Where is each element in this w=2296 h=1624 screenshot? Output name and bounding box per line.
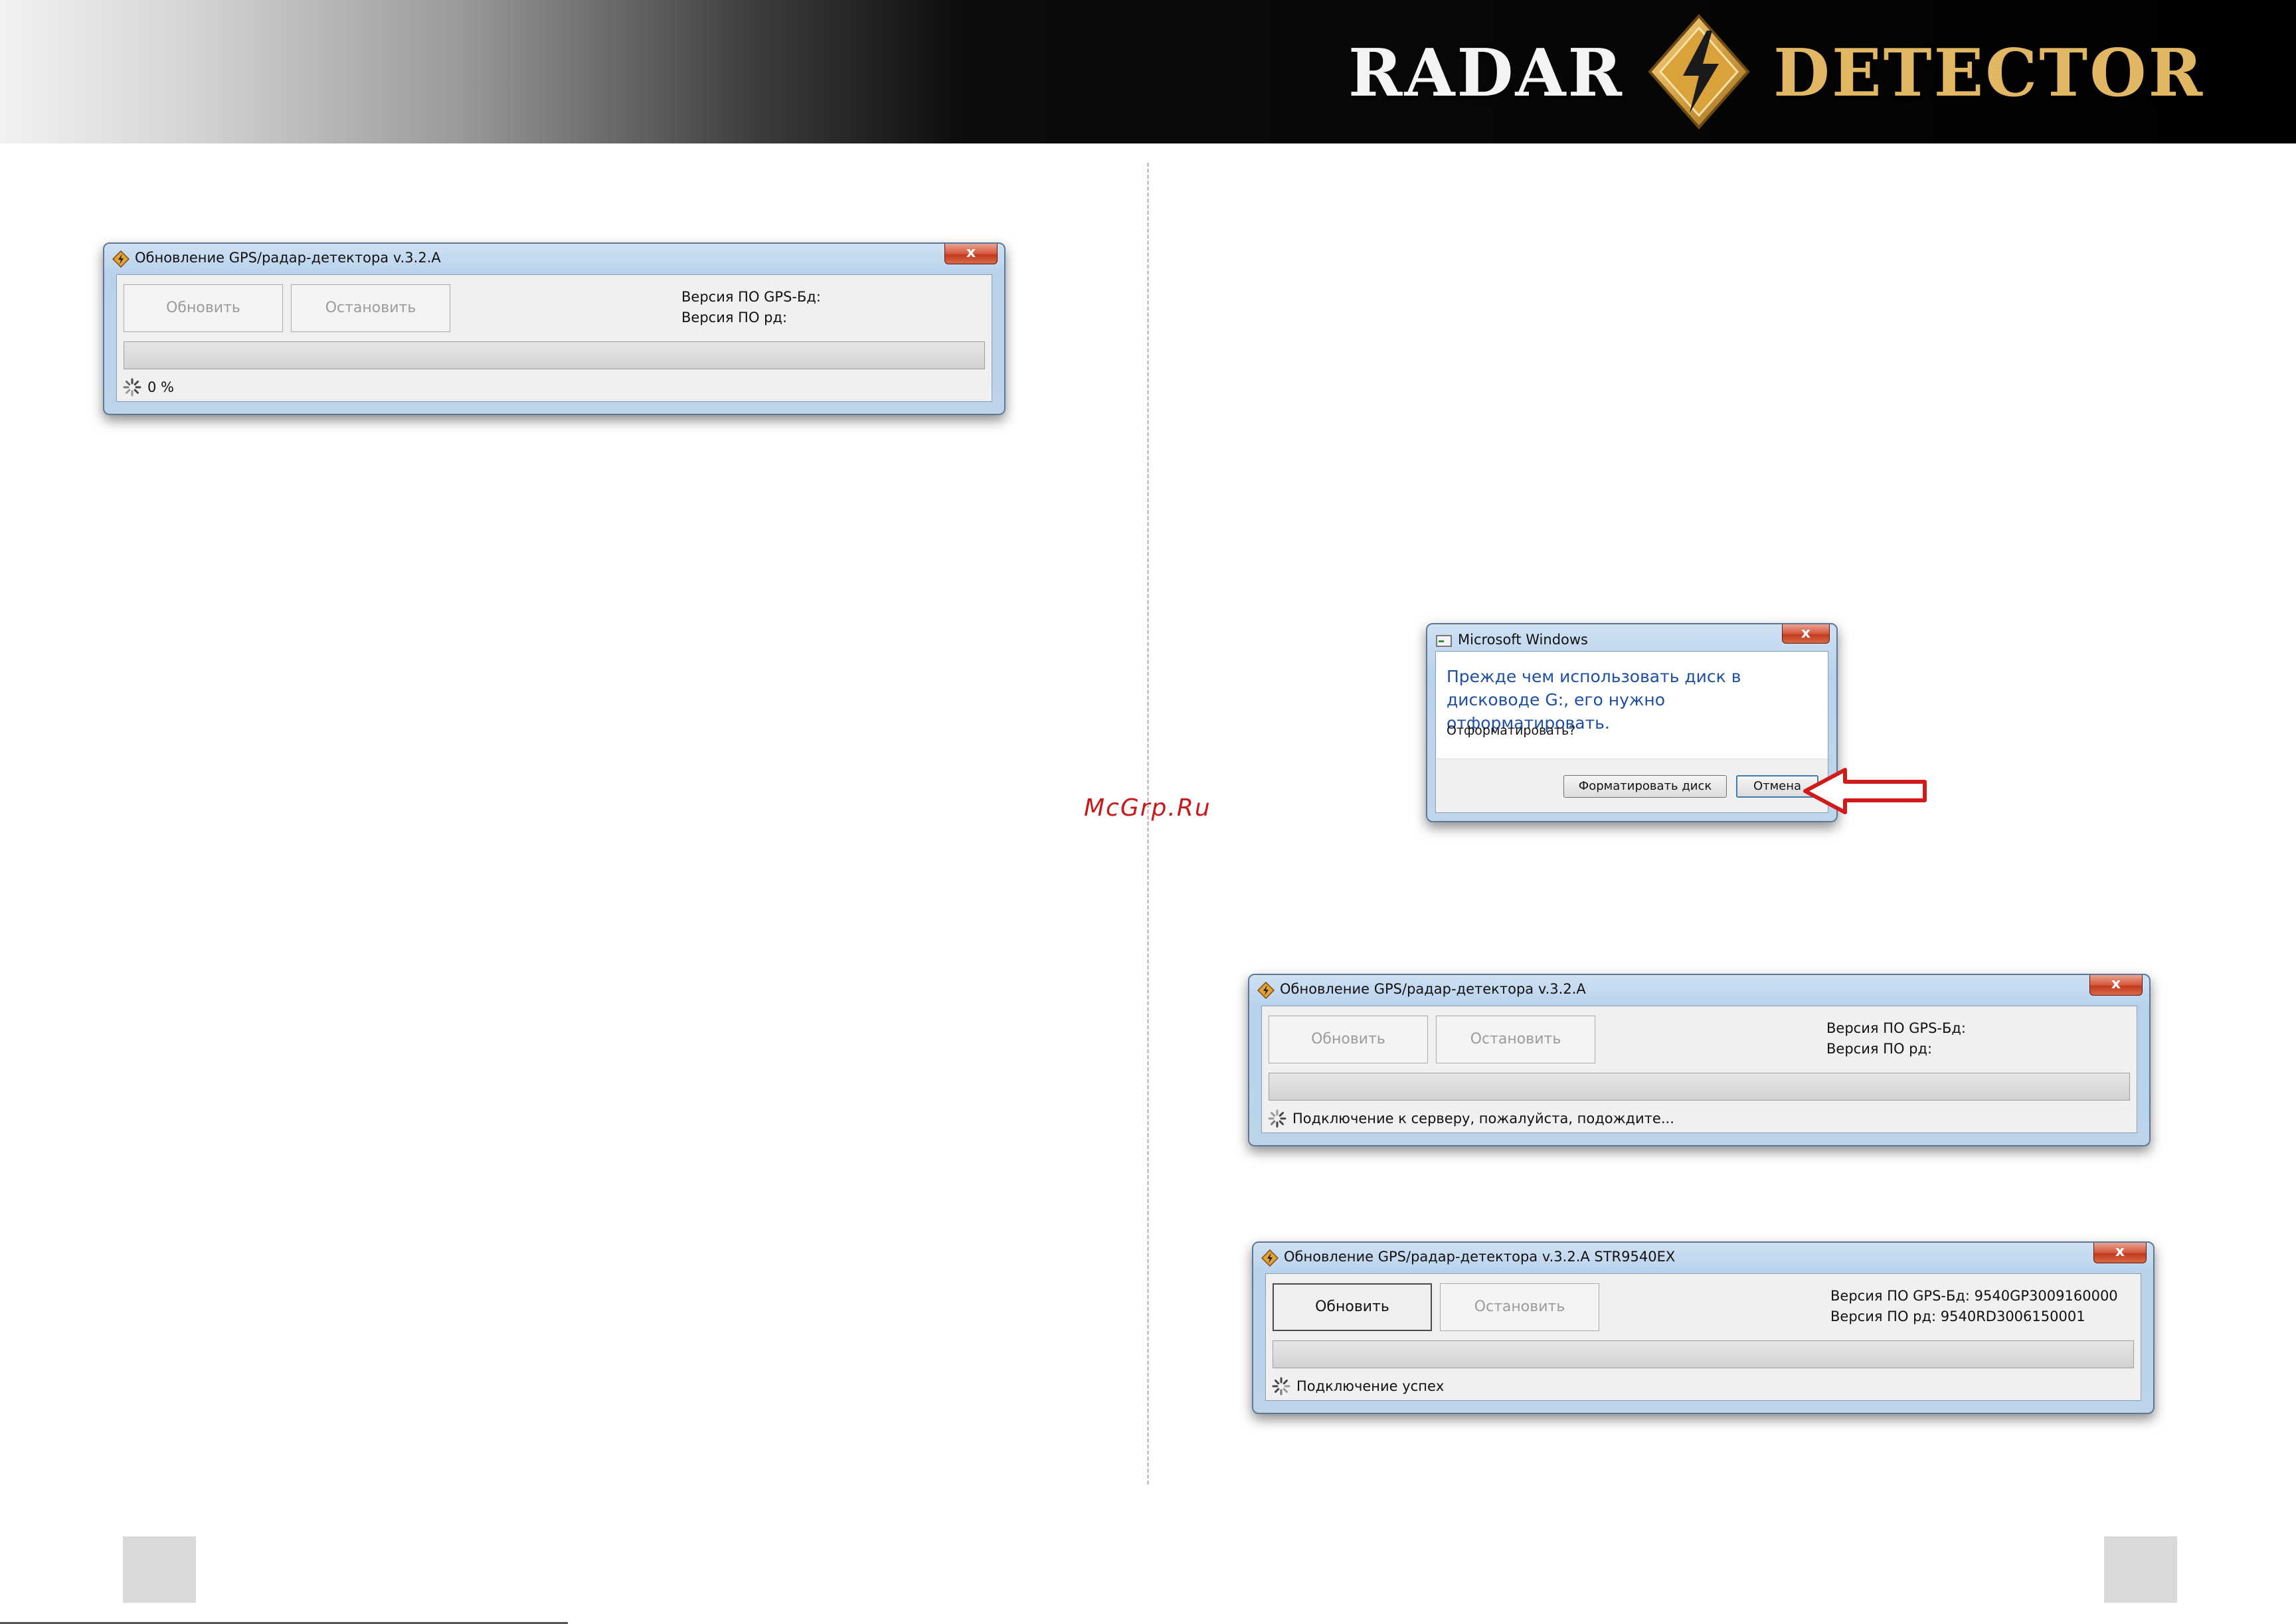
window-client-area: Обновить Остановить Версия ПО GPS-Бд: 95… [1265,1273,2141,1401]
stop-button[interactable]: Остановить [1436,1016,1595,1063]
app-icon [1261,1249,1279,1267]
dialog-body: Прежде чем использовать диск в дисководе… [1435,651,1828,813]
app-icon [112,250,130,268]
version-rd: Версия ПО рд: 9540RD3006150001 [1830,1308,2085,1324]
window-titlebar[interactable]: Обновление GPS/радар-детектора v.3.2.A x [1249,975,2149,1004]
window-titlebar[interactable]: Обновление GPS/радар-детектора v.3.2.A S… [1253,1243,2153,1272]
dialog-titlebar[interactable]: Microsoft Windows x [1427,624,1836,654]
version-gps-db: Версия ПО GPS-Бд: [1826,1020,1966,1036]
updater-window-1: Обновление GPS/радар-детектора v.3.2.A x… [103,242,1006,415]
version-gps-db: Версия ПО GPS-Бд: 9540GP3009160000 [1830,1288,2118,1304]
window-title: Обновление GPS/радар-детектора v.3.2.A [135,250,441,266]
page-divider [1147,163,1149,1485]
close-button[interactable]: x [2093,1243,2147,1263]
progress-bar [1269,1073,2130,1101]
updater-window-2: Обновление GPS/радар-детектора v.3.2.A x… [1248,974,2151,1146]
app-icon [1257,982,1275,999]
page-number-box-right [2104,1536,2177,1603]
logo-word-detector: DETECTOR [1773,35,2205,112]
status-text: Подключение успех [1296,1378,1445,1394]
stop-button[interactable]: Остановить [1440,1283,1599,1331]
version-info: Версия ПО GPS-Бд: Версия ПО рд: [1826,1018,1966,1059]
stop-button[interactable]: Остановить [291,284,450,332]
update-button[interactable]: Обновить [124,284,283,332]
progress-bar [1273,1340,2134,1368]
close-button[interactable]: x [2089,975,2143,996]
version-gps-db: Версия ПО GPS-Бд: [681,289,821,305]
brand-logo: RADAR DETECTOR [1348,12,2202,132]
lightning-bolt-diamond-icon [1648,13,1750,130]
window-client-area: Обновить Остановить Версия ПО GPS-Бд: Ве… [116,274,992,402]
header-banner: RADAR DETECTOR [0,0,2296,143]
version-info: Версия ПО GPS-Бд: 9540GP3009160000 Верси… [1830,1286,2118,1327]
format-dialog: Microsoft Windows x Прежде чем использов… [1426,623,1838,822]
drive-icon [1436,635,1452,647]
pointer-arrow-icon [1803,768,1927,814]
window-title: Обновление GPS/радар-детектора v.3.2.A S… [1284,1249,1676,1265]
progress-bar [124,341,985,369]
dialog-title: Microsoft Windows [1458,632,1588,648]
page-number-box-left [123,1536,196,1603]
updater-window-3: Обновление GPS/радар-детектора v.3.2.A S… [1252,1241,2155,1414]
dialog-close-button[interactable]: x [1782,624,1830,644]
window-titlebar[interactable]: Обновление GPS/радар-детектора v.3.2.A x [104,244,1004,273]
window-title: Обновление GPS/радар-детектора v.3.2.A [1280,981,1586,997]
spinner-icon [123,378,141,397]
update-button[interactable]: Обновить [1269,1016,1428,1063]
version-info: Версия ПО GPS-Бд: Версия ПО рд: [681,287,821,328]
version-rd: Версия ПО рд: [1826,1041,1933,1057]
version-rd: Версия ПО рд: [681,310,788,325]
dialog-question: Отформатировать? [1447,723,1576,738]
spinner-icon [1268,1109,1286,1128]
spinner-icon [1272,1377,1290,1396]
dialog-button-bar: Форматировать диск Отмена [1436,759,1828,812]
status-text: 0 % [147,379,174,395]
window-client-area: Обновить Остановить Версия ПО GPS-Бд: Ве… [1261,1006,2137,1133]
close-button[interactable]: x [944,244,998,264]
update-button[interactable]: Обновить [1273,1283,1432,1331]
format-disk-button[interactable]: Форматировать диск [1563,775,1727,798]
watermark: McGrp.Ru [1084,794,1211,822]
status-text: Подключение к серверу, пожалуйста, подож… [1292,1111,1674,1127]
logo-word-radar: RADAR [1348,35,1624,112]
